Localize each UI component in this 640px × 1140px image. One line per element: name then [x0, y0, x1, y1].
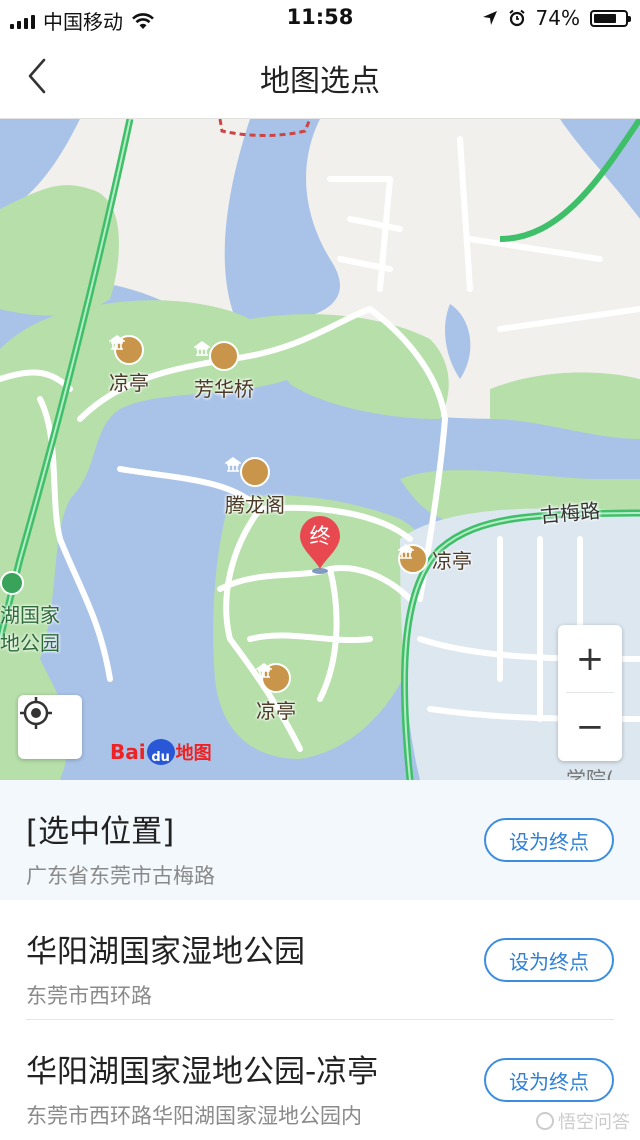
- crosshair-icon: [20, 697, 52, 729]
- map-poi-tower[interactable]: 腾龙阁: [225, 457, 285, 518]
- location-arrow-icon: [482, 11, 497, 25]
- tower-icon: [225, 457, 270, 487]
- battery-icon: [590, 9, 631, 27]
- map-poi-bridge[interactable]: 芳华桥: [194, 341, 254, 402]
- locate-button[interactable]: [18, 695, 82, 759]
- set-destination-button[interactable]: 设为终点: [484, 818, 614, 862]
- status-bar: 中国移动 11:58 74%: [0, 0, 640, 36]
- battery-percent: 74%: [535, 6, 580, 30]
- list-item[interactable]: 华阳湖国家湿地公园 东莞市西环路 设为终点: [0, 900, 640, 1020]
- pavilion-icon: [398, 544, 428, 574]
- park-label: 湖国家 地公园: [0, 601, 60, 657]
- park-label-line: 地公园: [0, 631, 60, 655]
- poi-label: 腾龙阁: [225, 493, 285, 517]
- zoom-out-button[interactable]: −: [558, 693, 622, 760]
- baidu-map-logo: Bai du 地图: [110, 739, 212, 765]
- edge-label: 学院(: [566, 767, 614, 780]
- page-title: 地图选点: [260, 64, 380, 99]
- road-label: 古梅路: [539, 498, 602, 528]
- nav-bar: 地图选点: [0, 36, 640, 119]
- logo-bai: Bai: [110, 740, 146, 764]
- map-poi-pavilion[interactable]: 凉亭: [109, 335, 149, 396]
- location-address: 东莞市西环路华阳湖国家湿地公园内: [26, 1104, 362, 1128]
- map-view[interactable]: 凉亭 芳华桥 腾龙阁 凉亭 凉亭 古梅路 湖国家 地公园 学院( 终 + − B…: [0, 119, 640, 780]
- location-name: 华阳湖国家湿地公园: [26, 934, 305, 970]
- watermark: 悟空问答: [536, 1108, 630, 1134]
- location-address: 东莞市西环路: [26, 984, 152, 1008]
- location-results-list: [选中位置] 广东省东莞市古梅路 设为终点 华阳湖国家湿地公园 东莞市西环路 设…: [0, 780, 640, 1138]
- location-name: 华阳湖国家湿地公园-凉亭: [26, 1054, 379, 1090]
- zoom-in-button[interactable]: +: [558, 625, 622, 692]
- status-right: 74%: [482, 6, 631, 30]
- end-marker-label: 终: [309, 524, 331, 548]
- set-destination-button[interactable]: 设为终点: [484, 938, 614, 982]
- map-poi-pavilion[interactable]: 凉亭: [398, 544, 472, 574]
- map-base: [0, 119, 640, 780]
- alarm-icon: [508, 9, 525, 27]
- watermark-logo-icon: [536, 1112, 554, 1130]
- set-destination-button[interactable]: 设为终点: [484, 1058, 614, 1102]
- location-address: 广东省东莞市古梅路: [26, 864, 215, 888]
- logo-ditu: 地图: [175, 743, 212, 764]
- watermark-text: 悟空问答: [558, 1112, 630, 1133]
- poi-label: 凉亭: [256, 699, 296, 723]
- logo-du: du: [146, 739, 175, 765]
- poi-label: 凉亭: [109, 371, 149, 395]
- pavilion-icon: [256, 663, 291, 693]
- pavilion-icon: [109, 335, 144, 365]
- park-label-line: 湖国家: [0, 603, 60, 627]
- zoom-control: + −: [558, 625, 622, 761]
- end-point-marker[interactable]: 终: [297, 515, 343, 575]
- poi-label: 芳华桥: [194, 377, 254, 401]
- map-poi-pavilion[interactable]: 凉亭: [256, 663, 296, 724]
- bridge-icon: [194, 341, 239, 371]
- poi-label: 凉亭: [432, 548, 472, 573]
- park-icon: [0, 571, 24, 595]
- list-item[interactable]: [选中位置] 广东省东莞市古梅路 设为终点: [0, 780, 640, 900]
- location-name: [选中位置]: [26, 814, 175, 850]
